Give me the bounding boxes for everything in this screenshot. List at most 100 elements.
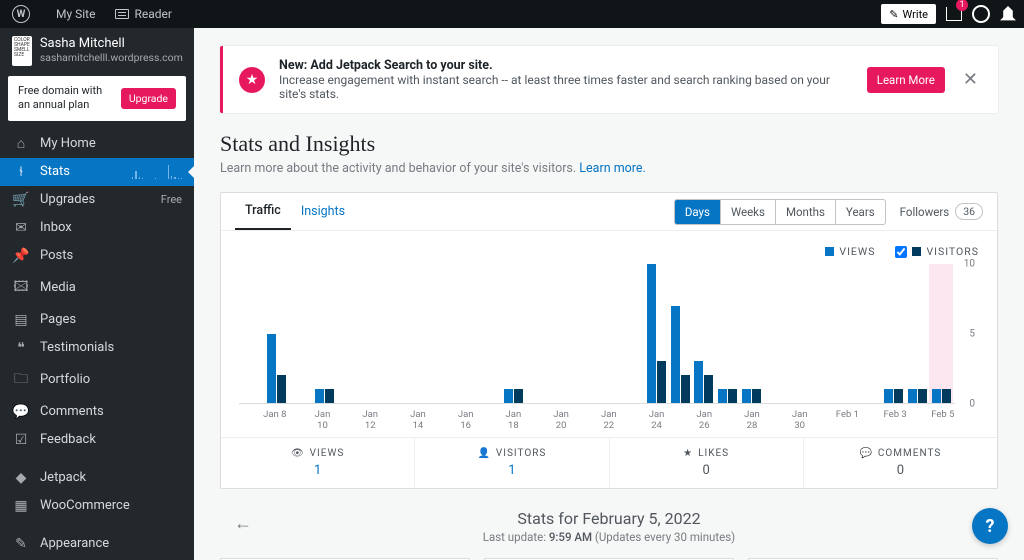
bar-Jan-25[interactable] — [668, 264, 692, 403]
cart-button[interactable]: 1 — [946, 7, 962, 21]
summary-comments[interactable]: 💬COMMENTS0 — [803, 438, 997, 488]
range-months[interactable]: Months — [775, 200, 835, 224]
bar-Jan-22[interactable] — [597, 264, 621, 403]
bar-Jan-28[interactable] — [739, 264, 763, 403]
bar-Jan-27[interactable] — [716, 264, 740, 403]
bar-Jan-9[interactable] — [288, 264, 312, 403]
visitors-checkbox[interactable] — [895, 246, 907, 258]
sidebar-item-woocommerce[interactable]: ▦WooCommerce — [0, 492, 194, 520]
sidebar-item-jetpack[interactable]: ◆Jetpack — [0, 464, 194, 492]
stats-icon: ⫮ — [12, 164, 30, 180]
my home-icon: ⌂ — [12, 135, 30, 152]
page-title: Stats and Insights — [220, 131, 998, 157]
site-thumbnail: COLOR SHAPE SMELL SIZE — [12, 36, 32, 66]
sidebar-item-media[interactable]: 🖾Media — [0, 270, 194, 306]
bar-Jan-20[interactable] — [550, 264, 574, 403]
comment-icon: 💬 — [859, 448, 872, 459]
banner-close[interactable]: ✕ — [959, 69, 982, 90]
legend-views[interactable]: VIEWS — [825, 245, 875, 258]
bar-Jan-11[interactable] — [336, 264, 360, 403]
pages-icon: ▤ — [12, 312, 30, 328]
followers[interactable]: Followers 36 — [900, 203, 983, 220]
bar-Jan-8[interactable] — [265, 264, 289, 403]
legend-visitors[interactable]: VISITORS — [895, 245, 979, 258]
domain-promo-text: Free domain with an annual plan — [18, 84, 115, 113]
sidebar-item-portfolio[interactable]: 🗀Portfolio — [0, 362, 194, 398]
bar-Jan-30[interactable] — [787, 264, 811, 403]
upgrade-button[interactable]: Upgrade — [121, 88, 176, 109]
tabs-row: Traffic Insights DaysWeeksMonthsYears Fo… — [221, 193, 997, 231]
sidebar-item-stats[interactable]: ⫮Stats — [0, 158, 194, 186]
bar-Jan-21[interactable] — [573, 264, 597, 403]
bar-Jan-26[interactable] — [692, 264, 716, 403]
main-content: ★ New: Add Jetpack Search to your site. … — [194, 28, 1024, 560]
sidebar-item-testimonials[interactable]: ❝Testimonials — [0, 334, 194, 362]
sidebar-item-upgrades[interactable]: 🛒UpgradesFree — [0, 186, 194, 214]
star-icon: ★ — [239, 67, 265, 93]
summary-views[interactable]: 👁VIEWS1 — [221, 438, 414, 488]
sidebar-item-posts[interactable]: 📌Posts — [0, 242, 194, 270]
back-arrow[interactable]: ← — [234, 513, 252, 534]
bar-Jan-15[interactable] — [431, 264, 455, 403]
tab-traffic[interactable]: Traffic — [235, 193, 291, 230]
learn-more-link[interactable]: Learn more. — [579, 161, 646, 176]
bar-Jan-7[interactable] — [241, 264, 265, 403]
my-site-label: My Site — [56, 7, 95, 21]
day-title: Stats for February 5, 2022 — [220, 509, 998, 528]
sidebar-item-comments[interactable]: 💬Comments — [0, 398, 194, 426]
tab-insights[interactable]: Insights — [291, 194, 355, 229]
banner-learn-more[interactable]: Learn More — [867, 67, 945, 93]
reader-link[interactable]: Reader — [109, 7, 177, 21]
bar-Jan-17[interactable] — [478, 264, 502, 403]
range-years[interactable]: Years — [835, 200, 885, 224]
summary-visitors[interactable]: 👤VISITORS1 — [414, 438, 608, 488]
bar-Feb-5[interactable] — [929, 264, 953, 403]
bar-Jan-19[interactable] — [526, 264, 550, 403]
sidebar: COLOR SHAPE SMELL SIZE Sasha Mitchell sa… — [0, 28, 194, 560]
bar-Feb-2[interactable] — [858, 264, 882, 403]
admin-topbar: W My Site Reader ✎Write 1 — [0, 0, 1024, 28]
bar-Jan-18[interactable] — [502, 264, 526, 403]
portfolio-icon: 🗀 — [12, 368, 30, 392]
sidebar-item-my-home[interactable]: ⌂My Home — [0, 129, 194, 158]
chart-legend: VIEWS VISITORS — [239, 245, 979, 258]
bar-Feb-1[interactable] — [834, 264, 858, 403]
range-days[interactable]: Days — [675, 200, 720, 224]
my-site-link[interactable]: My Site — [50, 7, 101, 21]
site-name: Sasha Mitchell — [40, 36, 183, 51]
jetpack-icon: ◆ — [12, 470, 30, 486]
bar-Jan-10[interactable] — [312, 264, 336, 403]
visitors-swatch — [912, 247, 921, 256]
feedback-icon: ☑ — [12, 432, 30, 448]
eye-icon: 👁 — [291, 448, 305, 459]
notifications-icon[interactable] — [1000, 6, 1016, 22]
help-button[interactable]: ? — [972, 508, 1008, 544]
appearance-icon: ✎ — [12, 536, 30, 552]
site-url: sashamitchelll.wordpress.com — [40, 51, 183, 64]
reader-icon — [115, 9, 129, 19]
bar-Feb-3[interactable] — [882, 264, 906, 403]
profile-avatar[interactable] — [972, 5, 990, 23]
sidebar-item-inbox[interactable]: ✉Inbox — [0, 214, 194, 242]
site-profile[interactable]: COLOR SHAPE SMELL SIZE Sasha Mitchell sa… — [0, 28, 194, 76]
wp-logo[interactable]: W — [6, 5, 42, 23]
sidebar-item-pages[interactable]: ▤Pages — [0, 306, 194, 334]
views-swatch — [825, 247, 834, 256]
bar-Jan-12[interactable] — [360, 264, 384, 403]
testimonials-icon: ❝ — [12, 340, 30, 356]
bar-Jan-13[interactable] — [383, 264, 407, 403]
sidebar-item-feedback[interactable]: ☑Feedback — [0, 426, 194, 454]
write-button[interactable]: ✎Write — [881, 4, 936, 24]
person-icon: 👤 — [477, 448, 490, 459]
bar-Jan-23[interactable] — [621, 264, 645, 403]
range-weeks[interactable]: Weeks — [720, 200, 775, 224]
inbox-icon: ✉ — [12, 220, 30, 236]
bar-Jan-14[interactable] — [407, 264, 431, 403]
summary-likes[interactable]: ★LIKES0 — [609, 438, 803, 488]
bar-Jan-24[interactable] — [644, 264, 668, 403]
sidebar-item-appearance[interactable]: ✎Appearance — [0, 530, 194, 558]
bar-Feb-4[interactable] — [906, 264, 930, 403]
bar-Jan-16[interactable] — [455, 264, 479, 403]
bar-Jan-31[interactable] — [811, 264, 835, 403]
bar-Jan-29[interactable] — [763, 264, 787, 403]
